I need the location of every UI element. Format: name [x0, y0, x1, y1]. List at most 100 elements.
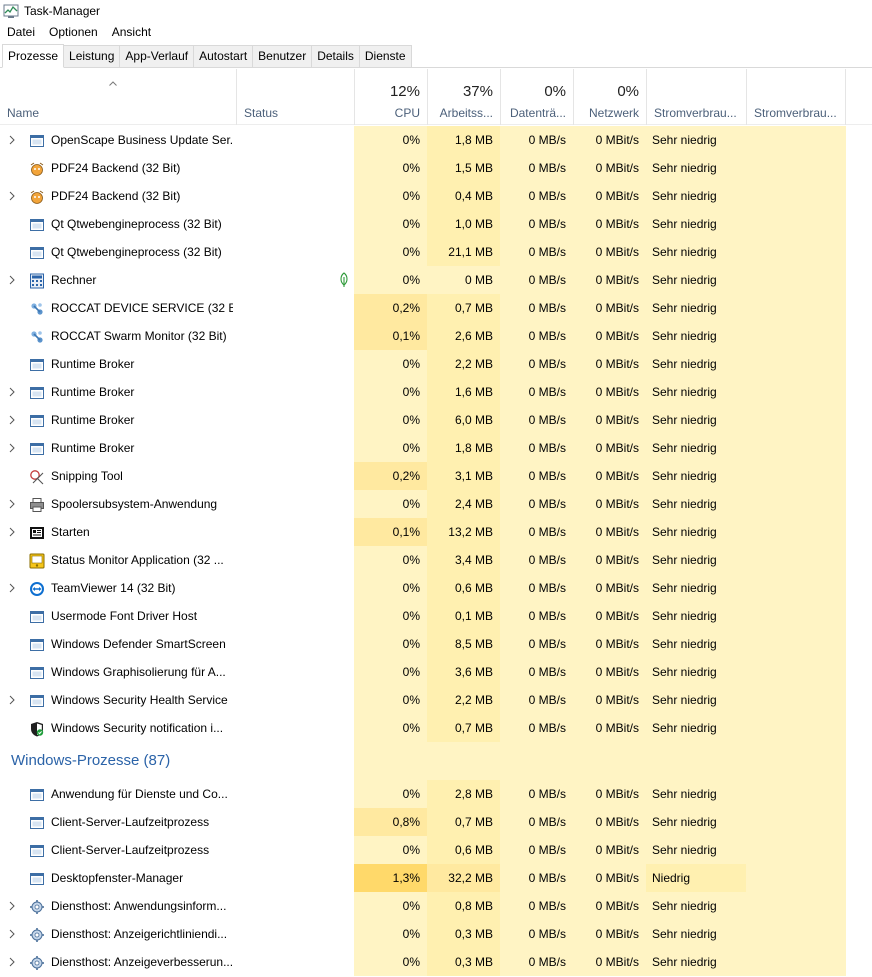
disk-value: 0 MB/s — [500, 210, 573, 238]
window-app-icon — [30, 135, 44, 147]
process-name: Diensthost: Anzeigeverbesserun... — [51, 955, 233, 969]
process-row[interactable]: OpenScape Business Update Ser... 0% 1,8 MB… — [0, 126, 872, 154]
tab-details[interactable]: Details — [311, 45, 360, 67]
process-name: Rechner — [51, 273, 97, 287]
power-usage-value: Sehr niedrig — [646, 920, 746, 948]
power-trend-value — [746, 154, 846, 182]
chevron-right-icon[interactable] — [8, 498, 16, 510]
process-row[interactable]: Windows Graphisolierung für A... 0% 3,6 MB… — [0, 658, 872, 686]
power-usage-value: Sehr niedrig — [646, 892, 746, 920]
process-row[interactable]: Diensthost: Anzeigerichtliniendi... 0% 0,3… — [0, 920, 872, 948]
chevron-right-icon[interactable] — [8, 956, 16, 968]
tab-benutzer[interactable]: Benutzer — [252, 45, 313, 67]
disk-value: 0 MB/s — [500, 238, 573, 266]
process-row[interactable]: Starten 0,1% 13,2 MB 0 MB/s 0 MBit/s Sehr nie… — [0, 518, 872, 546]
chevron-right-icon[interactable] — [8, 414, 16, 426]
network-value: 0 MBit/s — [573, 350, 646, 378]
power-trend-value — [746, 686, 846, 714]
tab-prozesse[interactable]: Prozesse — [2, 44, 65, 68]
process-row[interactable]: Runtime Broker 0% 1,8 MB 0 MB/s 0 MBit/s Sehr… — [0, 434, 872, 462]
power-trend-value — [746, 602, 846, 630]
disk-value: 0 MB/s — [500, 546, 573, 574]
process-row[interactable]: Status Monitor Application (32 ... 0% 3,4 … — [0, 546, 872, 574]
process-row[interactable]: Qt Qtwebengineprocess (32 Bit) 0% 21,1 MB 0… — [0, 238, 872, 266]
process-row[interactable]: Runtime Broker 0% 2,2 MB 0 MB/s 0 MBit/s Sehr… — [0, 350, 872, 378]
process-row[interactable]: PDF24 Backend (32 Bit) 0% 1,5 MB 0 MB/s 0 MB… — [0, 154, 872, 182]
disk-value: 0 MB/s — [500, 434, 573, 462]
chevron-right-icon[interactable] — [8, 582, 16, 594]
chevron-right-icon[interactable] — [8, 274, 16, 286]
tab-dienste[interactable]: Dienste — [358, 45, 412, 67]
process-row[interactable]: ROCCAT Swarm Monitor (32 Bit) 0,1% 2,6 MB 0… — [0, 322, 872, 350]
disk-value: 0 MB/s — [500, 406, 573, 434]
group-header-windows-processes[interactable]: Windows-Prozesse (87) — [0, 742, 872, 780]
chevron-right-icon[interactable] — [8, 442, 16, 454]
chevron-right-icon[interactable] — [8, 928, 16, 940]
process-row[interactable]: Desktopfenster-Manager 1,3% 32,2 MB 0 MB/s 0… — [0, 864, 872, 892]
disk-value: 0 MB/s — [500, 602, 573, 630]
process-name: Windows Graphisolierung für A... — [51, 665, 226, 679]
column-name[interactable]: Name — [0, 69, 236, 125]
power-trend-value — [746, 294, 846, 322]
tab-autostart[interactable]: Autostart — [193, 45, 254, 67]
menu-datei[interactable]: Datei — [0, 22, 42, 42]
cpu-value: 0% — [354, 266, 427, 294]
chevron-right-icon[interactable] — [8, 134, 16, 146]
group-heat-cell — [427, 742, 500, 780]
process-name: TeamViewer 14 (32 Bit) — [51, 581, 176, 595]
column-network[interactable]: 0% Netzwerk — [573, 69, 646, 125]
power-usage-value: Sehr niedrig — [646, 294, 746, 322]
process-row[interactable]: TeamViewer 14 (32 Bit) 0% 0,6 MB 0 MB/s 0 MB… — [0, 574, 872, 602]
network-value: 0 MBit/s — [573, 686, 646, 714]
process-row[interactable]: Windows Security Health Service 0% 2,2 MB 0… — [0, 686, 872, 714]
process-row[interactable]: Windows Security notification i... 0% 0,7 … — [0, 714, 872, 742]
process-row[interactable]: Snipping Tool 0,2% 3,1 MB 0 MB/s 0 MBit/s Seh… — [0, 462, 872, 490]
network-value: 0 MBit/s — [573, 714, 646, 742]
process-row[interactable]: Anwendung für Dienste und Co... 0% 2,8 MB 0… — [0, 780, 872, 808]
memory-value: 0,3 MB — [427, 920, 500, 948]
power-trend-value — [746, 238, 846, 266]
network-value: 0 MBit/s — [573, 266, 646, 294]
cpu-value: 0% — [354, 686, 427, 714]
menu-ansicht[interactable]: Ansicht — [105, 22, 158, 42]
column-header: Name Status 12% CPU 37% Arbeitss... 0% D… — [0, 69, 872, 125]
chevron-right-icon[interactable] — [8, 386, 16, 398]
column-power-trend[interactable]: Stromverbrau... — [746, 69, 846, 125]
gear-icon — [30, 928, 44, 942]
menu-optionen[interactable]: Optionen — [42, 22, 105, 42]
column-power[interactable]: Stromverbrau... — [646, 69, 746, 125]
tab-app-verlauf[interactable]: App-Verlauf — [119, 45, 195, 67]
process-row[interactable]: Qt Qtwebengineprocess (32 Bit) 0% 1,0 MB 0 … — [0, 210, 872, 238]
process-row[interactable]: ROCCAT DEVICE SERVICE (32 Bit) 0,2% 0,7 MB… — [0, 294, 872, 322]
column-status[interactable]: Status — [236, 69, 354, 125]
process-row[interactable]: Runtime Broker 0% 6,0 MB 0 MB/s 0 MBit/s Sehr… — [0, 406, 872, 434]
process-row[interactable]: Diensthost: Anwendungsinform... 0% 0,8 MB 0… — [0, 892, 872, 920]
process-row[interactable]: Windows Defender SmartScreen 0% 8,5 MB 0 MB… — [0, 630, 872, 658]
process-row[interactable]: PDF24 Backend (32 Bit) 0% 0,4 MB 0 MB/s 0 MB… — [0, 182, 872, 210]
snipping-tool-icon — [30, 470, 44, 485]
column-cpu[interactable]: 12% CPU — [354, 69, 427, 125]
tab-leistung[interactable]: Leistung — [63, 45, 121, 67]
power-usage-value: Sehr niedrig — [646, 266, 746, 294]
power-usage-value: Sehr niedrig — [646, 658, 746, 686]
window-app-icon — [30, 443, 44, 455]
chevron-right-icon[interactable] — [8, 900, 16, 912]
column-memory[interactable]: 37% Arbeitss... — [427, 69, 500, 125]
pdf24-icon — [30, 190, 44, 204]
network-value: 0 MBit/s — [573, 808, 646, 836]
process-row[interactable]: Client-Server-Laufzeitprozess 0% 0,6 MB 0 M… — [0, 836, 872, 864]
column-disk[interactable]: 0% Datenträ... — [500, 69, 573, 125]
memory-value: 0,8 MB — [427, 892, 500, 920]
process-row[interactable]: Spoolersubsystem-Anwendung 0% 2,4 MB 0 MB/s… — [0, 490, 872, 518]
chevron-right-icon[interactable] — [8, 190, 16, 202]
process-row[interactable]: Runtime Broker 0% 1,6 MB 0 MB/s 0 MBit/s Sehr… — [0, 378, 872, 406]
power-trend-value — [746, 836, 846, 864]
process-row[interactable]: Usermode Font Driver Host 0% 0,1 MB 0 MB/s 0… — [0, 602, 872, 630]
process-row[interactable]: Diensthost: Anzeigeverbesserun... 0% 0,3 M… — [0, 948, 872, 976]
chevron-right-icon[interactable] — [8, 526, 16, 538]
process-row[interactable]: Client-Server-Laufzeitprozess 0,8% 0,7 MB 0… — [0, 808, 872, 836]
chevron-right-icon[interactable] — [8, 694, 16, 706]
memory-value: 2,2 MB — [427, 350, 500, 378]
group-heat-cell — [746, 742, 846, 780]
process-row[interactable]: Rechner 0% 0 MB 0 MB/s 0 MBit/s Sehr niedrig — [0, 266, 872, 294]
